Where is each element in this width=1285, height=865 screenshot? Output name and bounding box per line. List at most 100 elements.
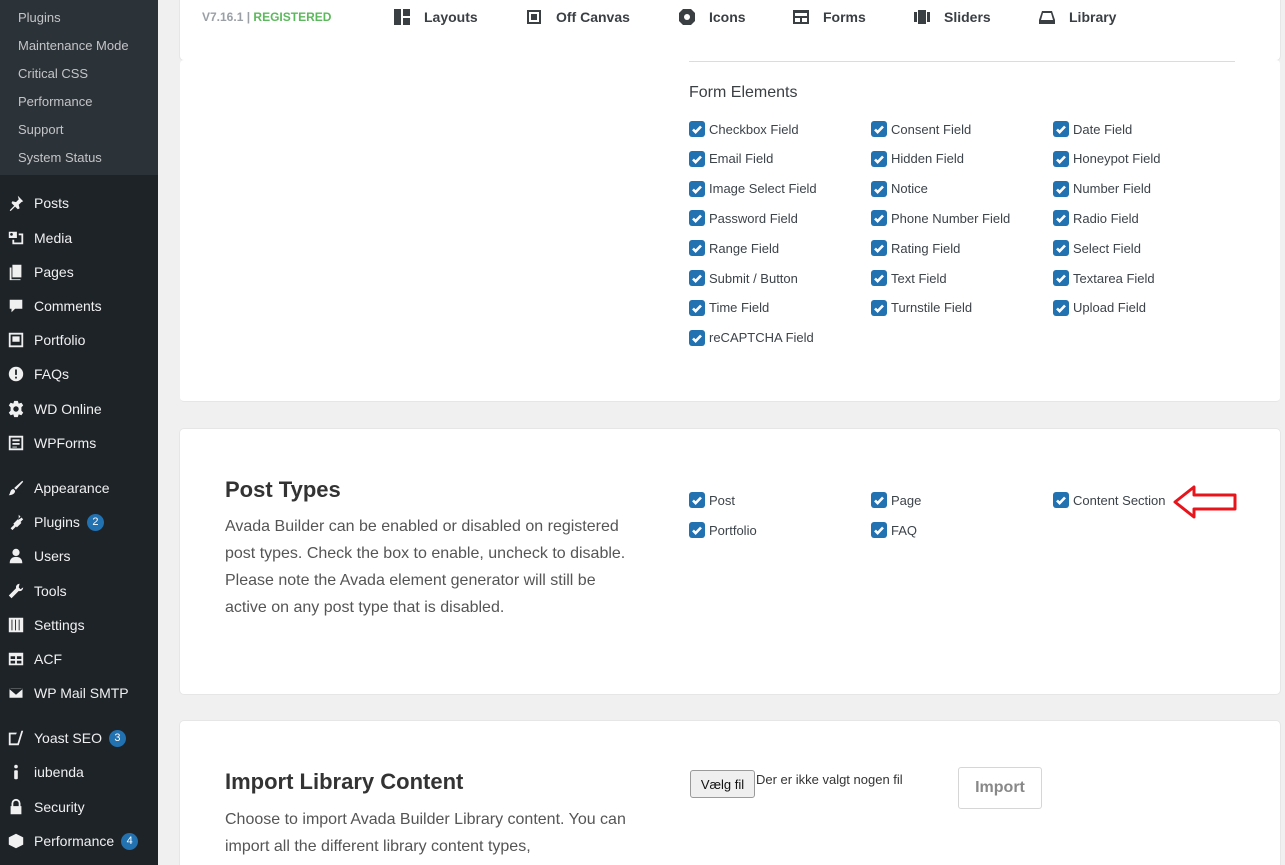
sidebar-item-wp-mail-smtp[interactable]: WP Mail SMTP — [0, 678, 158, 708]
checkbox-checked-icon[interactable] — [871, 121, 887, 137]
checkbox-turnstile-field[interactable]: Turnstile Field — [871, 299, 972, 317]
form-elements-title: Form Elements — [689, 84, 798, 101]
checkbox-text-field[interactable]: Text Field — [871, 269, 947, 287]
checkbox-notice[interactable]: Notice — [871, 180, 928, 198]
checkbox-recaptcha-field[interactable]: reCAPTCHA Field — [689, 329, 814, 347]
sidebar-item-faqs[interactable]: FAQs — [0, 359, 158, 389]
checkbox-checked-icon[interactable] — [689, 270, 705, 286]
checkbox-post[interactable]: Post — [689, 491, 735, 509]
sidebar-item-pages[interactable]: Pages — [0, 257, 158, 287]
checkbox-checked-icon[interactable] — [1053, 180, 1069, 197]
checkbox-time-field[interactable]: Time Field — [689, 299, 769, 317]
submenu-item-plugins[interactable]: Plugins — [18, 10, 61, 26]
checkbox-checked-icon[interactable] — [871, 150, 887, 167]
checkbox-checked-icon[interactable] — [689, 329, 705, 346]
checkbox-email-field[interactable]: Email Field — [689, 150, 773, 168]
choose-file-button[interactable]: Vælg fil — [690, 770, 755, 798]
nav-icons[interactable]: Icons — [678, 6, 746, 28]
pages-icon — [6, 262, 26, 282]
checkbox-phone-number-field[interactable]: Phone Number Field — [871, 209, 1010, 227]
nav-label: Library — [1069, 9, 1117, 25]
nav-sliders[interactable]: Sliders — [913, 6, 991, 28]
sidebar-item-users[interactable]: Users — [0, 541, 158, 571]
checkbox-checked-icon[interactable] — [871, 299, 887, 316]
checkbox-checked-icon[interactable] — [871, 210, 887, 227]
checkbox-checked-icon[interactable] — [689, 299, 705, 316]
sidebar-item-wd-online[interactable]: WD Online — [0, 394, 158, 424]
sidebar-item-appearance[interactable]: Appearance — [0, 473, 158, 503]
checkbox-checked-icon[interactable] — [689, 240, 705, 257]
sidebar-item-portfolio[interactable]: Portfolio — [0, 325, 158, 355]
checkbox-label: Radio Field — [1073, 210, 1139, 226]
checkbox-checked-icon[interactable] — [871, 492, 887, 508]
checkbox-checked-icon[interactable] — [1053, 121, 1069, 137]
sidebar-item-yoast-seo[interactable]: Yoast SEO 3 — [0, 723, 158, 753]
checkbox-checked-icon[interactable] — [871, 522, 887, 538]
nav-forms[interactable]: Forms — [792, 6, 866, 28]
checkbox-page[interactable]: Page — [871, 491, 921, 509]
nav-library[interactable]: Library — [1038, 6, 1116, 28]
checkbox-checked-icon[interactable] — [689, 522, 705, 538]
sidebar-item-security[interactable]: Security — [0, 792, 158, 822]
checkbox-checked-icon[interactable] — [1053, 210, 1069, 227]
checkbox-number-field[interactable]: Number Field — [1053, 180, 1151, 198]
checkbox-consent-field[interactable]: Consent Field — [871, 120, 971, 138]
checkbox-upload-field[interactable]: Upload Field — [1053, 299, 1146, 317]
checkbox-checked-icon[interactable] — [689, 150, 705, 167]
checkbox-select-field[interactable]: Select Field — [1053, 239, 1141, 257]
sidebar-item-tools[interactable]: Tools — [0, 576, 158, 606]
checkbox-rating-field[interactable]: Rating Field — [871, 239, 960, 257]
checkbox-checked-icon[interactable] — [871, 180, 887, 197]
nav-layouts[interactable]: Layouts — [393, 6, 478, 28]
checkbox-checked-icon[interactable] — [689, 210, 705, 227]
admin-sidebar: Plugins Maintenance Mode Critical CSS Pe… — [0, 0, 158, 865]
submenu-item-maintenance-mode[interactable]: Maintenance Mode — [18, 38, 129, 54]
checkbox-checkbox-field[interactable]: Checkbox Field — [689, 120, 799, 138]
nav-off-canvas[interactable]: Off Canvas — [525, 6, 630, 28]
checkbox-checked-icon[interactable] — [871, 270, 887, 286]
checkbox-password-field[interactable]: Password Field — [689, 209, 798, 227]
sidebar-item-posts[interactable]: Posts — [0, 188, 158, 218]
sidebar-item-comments[interactable]: Comments — [0, 291, 158, 321]
checkbox-faq[interactable]: FAQ — [871, 521, 917, 539]
checkbox-image-select-field[interactable]: Image Select Field — [689, 180, 817, 198]
checkbox-textarea-field[interactable]: Textarea Field — [1053, 269, 1155, 287]
checkbox-range-field[interactable]: Range Field — [689, 239, 779, 257]
info-icon — [6, 364, 26, 384]
checkbox-checked-icon[interactable] — [689, 121, 705, 137]
checkbox-honeypot-field[interactable]: Honeypot Field — [1053, 150, 1160, 168]
sidebar-item-media[interactable]: Media — [0, 223, 158, 253]
comments-icon — [6, 296, 26, 316]
checkbox-checked-icon[interactable] — [871, 240, 887, 257]
import-button[interactable]: Import — [958, 767, 1042, 809]
checkbox-portfolio[interactable]: Portfolio — [689, 521, 757, 539]
checkbox-checked-icon[interactable] — [689, 180, 705, 197]
checkbox-radio-field[interactable]: Radio Field — [1053, 209, 1139, 227]
submenu-item-support[interactable]: Support — [18, 122, 64, 138]
sidebar-item-plugins[interactable]: Plugins 2 — [0, 507, 158, 537]
sidebar-item-acf[interactable]: ACF — [0, 644, 158, 674]
sidebar-item-settings[interactable]: Settings — [0, 610, 158, 640]
checkbox-label: Checkbox Field — [709, 121, 799, 137]
checkbox-hidden-field[interactable]: Hidden Field — [871, 150, 964, 168]
submenu-item-system-status[interactable]: System Status — [18, 150, 102, 166]
checkbox-submit-button[interactable]: Submit / Button — [689, 269, 798, 287]
submenu-item-performance[interactable]: Performance — [18, 94, 92, 110]
sidebar-item-label: Security — [34, 799, 85, 815]
checkbox-checked-icon[interactable] — [1053, 299, 1069, 316]
checkbox-content-section[interactable]: Content Section — [1053, 491, 1166, 509]
notification-count-badge: 4 — [121, 832, 139, 850]
sidebar-item-performance[interactable]: Performance 4 — [0, 826, 158, 856]
sidebar-item-label: Users — [34, 548, 71, 564]
checkbox-checked-icon[interactable] — [1053, 150, 1069, 167]
checkbox-checked-icon[interactable] — [1053, 492, 1069, 508]
checkbox-date-field[interactable]: Date Field — [1053, 120, 1132, 138]
checkbox-checked-icon[interactable] — [1053, 270, 1069, 286]
submenu-item-critical-css[interactable]: Critical CSS — [18, 66, 88, 82]
sidebar-item-iubenda[interactable]: iubenda — [0, 757, 158, 787]
checkbox-checked-icon[interactable] — [1053, 240, 1069, 257]
checkbox-checked-icon[interactable] — [689, 492, 705, 508]
user-icon — [6, 546, 26, 566]
sidebar-item-wpforms[interactable]: WPForms — [0, 428, 158, 458]
mail-icon — [6, 683, 26, 703]
